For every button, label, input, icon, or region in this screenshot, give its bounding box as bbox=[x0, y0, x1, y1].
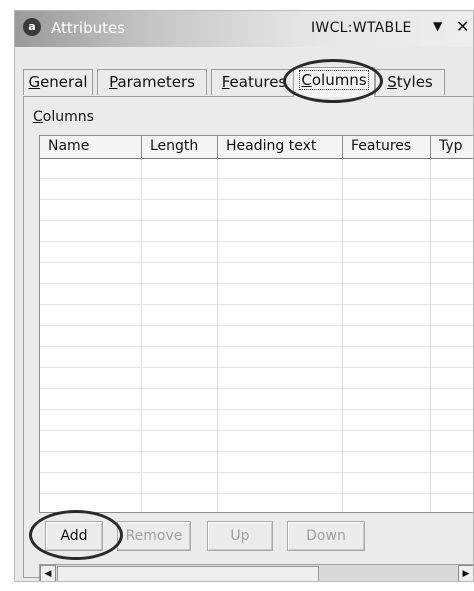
table-row[interactable] bbox=[40, 200, 473, 221]
table-row[interactable] bbox=[40, 158, 473, 179]
column-header-heading-text[interactable]: Heading text bbox=[218, 136, 343, 158]
columns-section-label: Columns bbox=[33, 109, 94, 125]
table-body[interactable] bbox=[40, 158, 473, 512]
tab-general-label: General bbox=[28, 73, 88, 91]
table-row[interactable] bbox=[40, 473, 473, 494]
table-row[interactable] bbox=[40, 284, 473, 305]
scroll-left-icon[interactable]: ◀ bbox=[40, 565, 56, 581]
table-header: Name Length Heading text Features Typ bbox=[40, 136, 473, 159]
tab-styles-label: Styles bbox=[387, 73, 433, 91]
selected-element-label: IWCL:WTABLE bbox=[311, 20, 412, 36]
tab-features[interactable]: Features bbox=[211, 69, 297, 95]
table-row[interactable] bbox=[40, 326, 473, 347]
column-header-features[interactable]: Features bbox=[343, 136, 431, 158]
scrollbar-thumb[interactable] bbox=[57, 566, 319, 581]
add-button[interactable]: Add bbox=[45, 521, 103, 551]
column-header-length[interactable]: Length bbox=[142, 136, 218, 158]
down-button[interactable]: Down bbox=[287, 521, 365, 551]
close-icon[interactable]: ✕ bbox=[456, 17, 469, 36]
table-row[interactable] bbox=[40, 221, 473, 242]
table-row[interactable] bbox=[40, 389, 473, 410]
remove-button[interactable]: Remove bbox=[117, 521, 191, 551]
column-header-name[interactable]: Name bbox=[40, 136, 142, 158]
table-row[interactable] bbox=[40, 242, 473, 263]
tab-columns[interactable]: Columns bbox=[293, 67, 375, 97]
tab-features-label: Features bbox=[221, 73, 287, 91]
table-row[interactable] bbox=[40, 263, 473, 284]
up-button[interactable]: Up bbox=[207, 521, 273, 551]
table-row[interactable] bbox=[40, 305, 473, 326]
table-row[interactable] bbox=[40, 410, 473, 431]
columns-table[interactable]: Name Length Heading text Features Typ bbox=[39, 135, 473, 513]
attributes-app-icon: a bbox=[23, 18, 41, 36]
tab-columns-label: Columns bbox=[299, 70, 369, 90]
scroll-right-icon[interactable]: ▶ bbox=[458, 565, 473, 581]
chevron-down-icon[interactable]: ▼ bbox=[433, 19, 442, 33]
tab-general[interactable]: General bbox=[23, 69, 93, 95]
tab-bar: General Parameters Features Columns Styl… bbox=[15, 67, 473, 97]
title-bar[interactable]: a Attributes IWCL:WTABLE ▼ ✕ bbox=[15, 11, 473, 47]
tab-parameters[interactable]: Parameters bbox=[97, 69, 207, 95]
attributes-window: a Attributes IWCL:WTABLE ▼ ✕ General Par… bbox=[14, 10, 474, 582]
table-row[interactable] bbox=[40, 431, 473, 452]
horizontal-scrollbar[interactable]: ◀ ▶ bbox=[39, 564, 473, 581]
table-row[interactable] bbox=[40, 347, 473, 368]
tab-styles[interactable]: Styles bbox=[375, 69, 445, 95]
table-row[interactable] bbox=[40, 368, 473, 389]
table-row[interactable] bbox=[40, 179, 473, 200]
tab-parameters-label: Parameters bbox=[109, 73, 195, 91]
window-title: Attributes bbox=[51, 19, 126, 37]
column-header-type[interactable]: Typ bbox=[431, 136, 473, 158]
table-row[interactable] bbox=[40, 494, 473, 512]
table-row[interactable] bbox=[40, 452, 473, 473]
